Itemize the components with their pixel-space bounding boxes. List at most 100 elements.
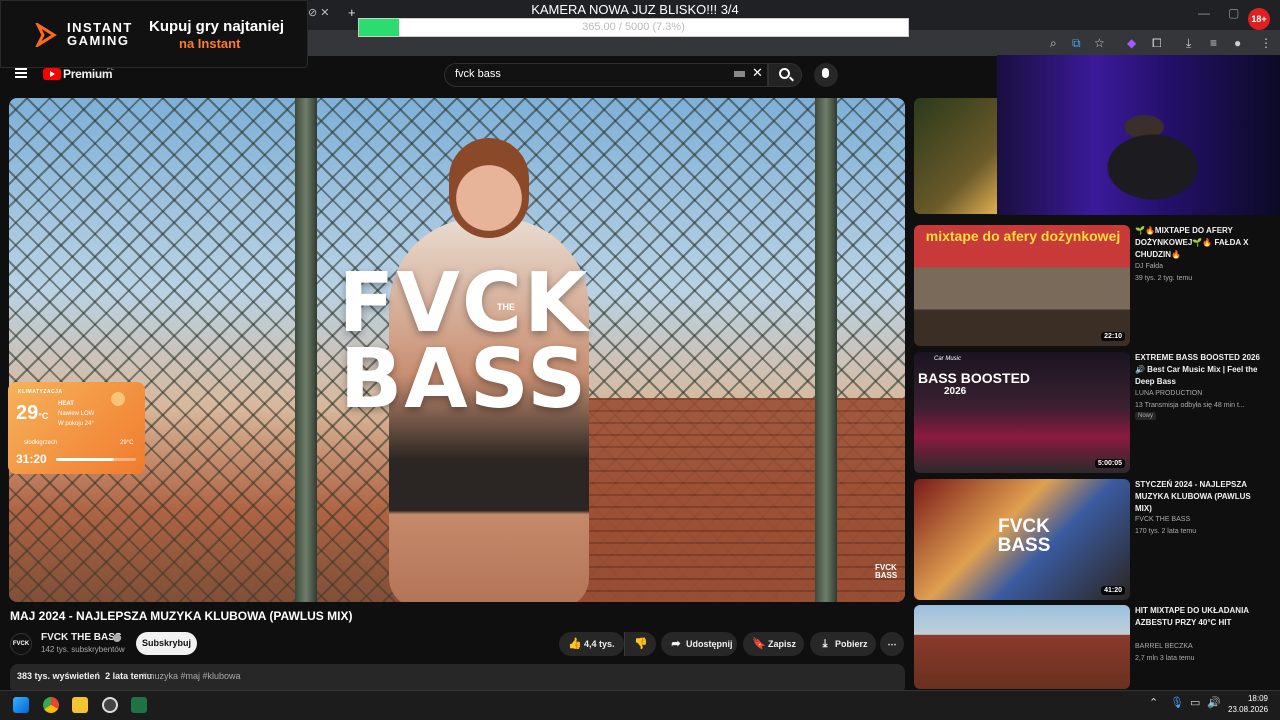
clock[interactable]: 18:09 23.08.2026: [1228, 693, 1268, 715]
fence-post: [815, 98, 837, 602]
thumbnail-year: 2026: [944, 386, 967, 397]
tray-chevron-icon[interactable]: ⌃: [1149, 696, 1158, 709]
video-title: MAJ 2024 - NAJLEPSZA MUZYKA KLUBOWA (PAW…: [10, 609, 353, 623]
maximize-icon[interactable]: ▢: [1228, 6, 1239, 20]
climate-widget: KLIMATYZACJA 29°C HEAT Nawiew LOW W poko…: [8, 382, 145, 474]
subscribe-button[interactable]: Subskrybuj: [136, 632, 197, 655]
search-input[interactable]: fvck bass: [455, 68, 501, 80]
display-icon[interactable]: ▭: [1190, 696, 1200, 709]
thumbnail-title: FVCK BASS: [314, 256, 614, 427]
brick-building: [579, 398, 905, 602]
fan-level: Nawiew LOW: [58, 411, 95, 417]
sidebar-video-title[interactable]: EXTREME BASS BOOSTED 2026 🔊 Best Car Mus…: [1135, 352, 1263, 388]
sidebar-channel[interactable]: BARREL BECZKA: [1135, 643, 1193, 650]
download-icon[interactable]: ⤓: [1186, 36, 1191, 51]
save-button[interactable]: 🔖 Zapisz: [743, 632, 804, 656]
reading-list-icon[interactable]: ≡: [1210, 36, 1217, 50]
source-label: słodkigrzech: [24, 440, 58, 446]
video-duration: 41:20: [1101, 586, 1125, 595]
share-button[interactable]: ➦ Udostępnij: [661, 632, 737, 656]
sidebar-thumbnail[interactable]: mixtape do afery dożynkowej 22:10: [914, 225, 1130, 346]
promo-line1: Kupuj gry najtaniej: [149, 18, 285, 35]
thumbnail-the: THE: [497, 302, 515, 312]
sidebar-channel[interactable]: DJ Fałda: [1135, 263, 1163, 270]
sidebar-meta: 13 Transmisja odbyła się 48 min t...: [1135, 402, 1245, 409]
thumbnail-subtext: Car Music: [934, 356, 962, 362]
zoom-icon[interactable]: ⌕: [1050, 36, 1057, 51]
instant-gaming-banner: INSTANT GAMING Kupuj gry najtaniej na In…: [0, 0, 308, 68]
tab-close-icon[interactable]: ⊘ ✕: [308, 6, 330, 19]
extensions-puzzle-icon[interactable]: ⧠: [1152, 36, 1162, 51]
microphone-tray-icon[interactable]: 🎙: [1170, 696, 1184, 709]
bookmark-star-icon[interactable]: ☆: [1094, 36, 1105, 50]
save-label: Zapisz: [768, 639, 797, 649]
keyboard-icon[interactable]: [734, 71, 745, 77]
download-label: Pobierz: [835, 639, 868, 649]
hashtags[interactable]: #muzyka #maj #klubowa: [142, 671, 241, 681]
room-temp: W pokoju 24°: [58, 421, 94, 427]
video-duration: 22:10: [1101, 332, 1125, 341]
video-player[interactable]: FVCK BASS THE FVCK BASS: [9, 98, 905, 602]
file-explorer-icon[interactable]: [72, 697, 88, 713]
dislike-button[interactable]: 👎: [624, 632, 656, 656]
minimize-icon[interactable]: —: [1198, 6, 1210, 20]
thumbnail-title-line1: FVCK: [338, 256, 590, 351]
youtube-brand[interactable]: Premium: [63, 67, 113, 81]
view-stats: 383 tys. wyświetleń 2 lata temu: [17, 671, 153, 681]
sidebar-channel[interactable]: FVCK THE BASS: [1135, 516, 1190, 523]
like-button[interactable]: 👍 4,4 tys.: [559, 632, 624, 656]
sidebar-thumbnail[interactable]: Car Music BASS BOOSTED 2026 5:00:05: [914, 352, 1130, 473]
taskbar: [0, 690, 1280, 720]
excel-icon[interactable]: [131, 697, 147, 713]
sidebar-video-title[interactable]: 🌱🔥MIXTAPE DO AFERY DOŻYNKOWEJ🌱🔥 FAŁDA X …: [1135, 225, 1263, 261]
donation-goal-title: KAMERA NOWA JUZ BLISKO!!! 3/4: [531, 2, 739, 17]
clear-search-icon[interactable]: ✕: [752, 65, 763, 81]
clock-date: 23.08.2026: [1228, 705, 1269, 714]
obs-icon[interactable]: [102, 697, 118, 713]
model-head: [449, 138, 529, 238]
promo-line2: na Instant: [179, 36, 241, 51]
timer-progress-fill: [56, 458, 114, 461]
more-actions-button[interactable]: ⋯: [880, 632, 904, 656]
profile-avatar[interactable]: ●: [1234, 36, 1241, 50]
sidebar-meta: 2,7 mln 3 lata temu: [1135, 655, 1195, 662]
sidebar-thumbnail[interactable]: FVCK BASS 41:20: [914, 479, 1130, 600]
sidebar-channel[interactable]: LUNA PRODUCTION: [1135, 390, 1202, 397]
windows-start-icon[interactable]: [13, 697, 29, 713]
sidebar-thumbnail[interactable]: [914, 605, 1130, 689]
verified-icon: [113, 634, 121, 642]
more-menu-icon[interactable]: ⋮: [1260, 36, 1272, 50]
sidebar-video-title[interactable]: STYCZEŃ 2024 - NAJLEPSZA MUZYKA KLUBOWA …: [1135, 479, 1263, 515]
new-tab-icon[interactable]: +: [348, 5, 356, 20]
hamburger-menu-icon[interactable]: [15, 68, 27, 78]
instant-gaming-name: INSTANT GAMING: [67, 20, 133, 48]
thumbs-up-icon: 👍: [568, 638, 582, 650]
translate-icon[interactable]: ⧉: [1072, 36, 1081, 51]
channel-avatar[interactable]: FVCK: [10, 633, 32, 655]
source-value: 29°C: [120, 440, 134, 446]
video-duration: 5:00:05: [1094, 459, 1125, 468]
extension-icon[interactable]: ◆: [1127, 36, 1136, 50]
youtube-logo-icon[interactable]: [43, 68, 61, 80]
sidebar-video-title[interactable]: HIT MIXTAPE DO UKŁADANIA AZBESTU PRZY 40…: [1135, 605, 1263, 629]
more-icon: ⋯: [887, 639, 897, 649]
microphone-icon: [822, 68, 829, 78]
instant-gaming-logo-icon: [35, 23, 57, 47]
download-icon: ⤓: [822, 638, 828, 650]
thumbnail-title-line2: BASS: [339, 332, 589, 427]
thumbs-down-icon: 👎: [634, 638, 648, 650]
chrome-icon[interactable]: [43, 697, 59, 713]
subscriber-count: 142 tys. subskrybentów: [41, 645, 125, 654]
search-icon: [779, 68, 790, 79]
volume-icon[interactable]: 🔊: [1207, 696, 1221, 709]
widget-header: KLIMATYZACJA: [18, 389, 63, 395]
donation-goal-bar: 365.00 / 5000 (7.3%): [358, 18, 909, 37]
new-badge: Nowy: [1135, 412, 1157, 420]
sun-icon: [98, 388, 138, 410]
like-count: 4,4 tys.: [584, 639, 615, 649]
share-label: Udostępnij: [686, 639, 733, 649]
timer: 31:20: [16, 452, 47, 466]
channel-name[interactable]: FVCK THE BASS: [41, 632, 122, 643]
thumbnail-text: mixtape do afery dożynkowej: [925, 228, 1121, 244]
download-button[interactable]: ⤓ Pobierz: [810, 632, 876, 656]
